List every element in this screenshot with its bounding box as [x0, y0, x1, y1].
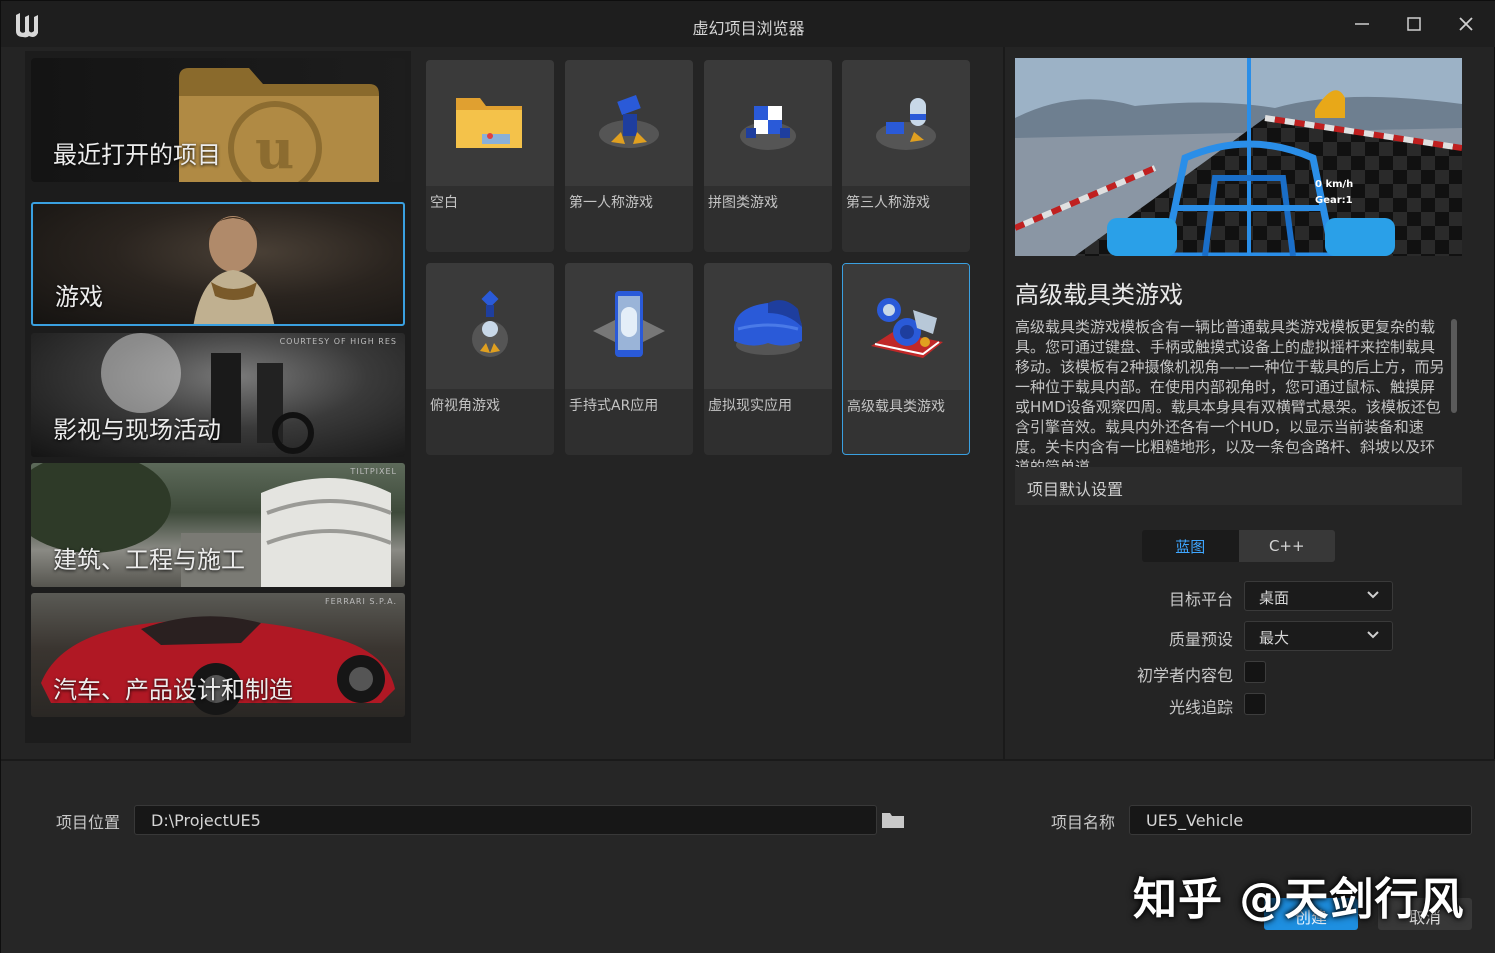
category-automotive[interactable]: FERRARI S.P.A. 汽车、产品设计和制造 — [31, 593, 405, 717]
starter-content-checkbox[interactable] — [1244, 661, 1266, 683]
vehicle-preview-scene — [1015, 58, 1462, 256]
category-label: 影视与现场活动 — [53, 416, 221, 444]
top-down-template-icon — [472, 290, 508, 357]
minimize-icon[interactable] — [1351, 13, 1373, 35]
template-top-down[interactable]: 俯视角游戏 — [426, 263, 554, 455]
quality-preset-label: 质量预设 — [1168, 630, 1233, 649]
category-film-live-events[interactable]: COURTESY OF HIGH RES 影视与现场活动 — [31, 333, 405, 457]
template-thumbnail — [565, 60, 693, 186]
category-architecture[interactable]: TILTPIXEL 建筑、工程与施工 — [31, 463, 405, 587]
template-label: 第三人称游戏 — [846, 195, 930, 211]
raytracing-label: 光线追踪 — [1168, 698, 1233, 717]
project-browser-window: 虚幻项目浏览器 u 最近打开的项目 游戏 COURTESY OF HIGH RE… — [0, 0, 1495, 953]
speed-readout: 0 km/h — [1315, 179, 1354, 190]
target-platform-label: 目标平台 — [1168, 590, 1233, 609]
category-label: 建筑、工程与施工 — [53, 546, 245, 574]
template-thumbnail — [704, 263, 832, 389]
maximize-icon[interactable] — [1403, 13, 1425, 35]
template-label: 高级载具类游戏 — [847, 399, 945, 415]
raytracing-checkbox[interactable] — [1244, 693, 1266, 715]
blank-template-icon — [456, 98, 522, 148]
svg-text:u: u — [255, 117, 294, 181]
template-thumbnail — [426, 60, 554, 186]
target-platform-value: 桌面 — [1259, 589, 1290, 607]
puzzle-template-icon — [740, 106, 796, 150]
template-handheld-ar[interactable]: 手持式AR应用 — [565, 263, 693, 455]
chevron-down-icon — [1367, 591, 1379, 599]
first-person-template-icon — [599, 95, 659, 148]
language-toggle: 蓝图 C++ — [1142, 530, 1335, 562]
template-title: 高级载具类游戏 — [1015, 281, 1183, 309]
template-label: 空白 — [430, 195, 458, 211]
window-title: 虚幻项目浏览器 — [692, 19, 805, 38]
recent-projects-button[interactable]: u 最近打开的项目 — [31, 58, 405, 182]
template-virtual-reality[interactable]: 虚拟现实应用 — [704, 263, 832, 455]
template-thumbnail — [426, 263, 554, 389]
category-games[interactable]: 游戏 — [31, 202, 405, 326]
image-credit: FERRARI S.P.A. — [325, 597, 397, 606]
browse-folder-icon[interactable] — [881, 810, 905, 830]
template-label: 虚拟现实应用 — [708, 398, 792, 414]
quality-preset-dropdown[interactable]: 最大 — [1244, 621, 1393, 651]
project-defaults-header: 项目默认设置 — [1015, 467, 1462, 505]
description-scrollbar[interactable] — [1451, 319, 1457, 413]
template-thumbnail — [565, 263, 693, 389]
vr-template-icon — [734, 300, 802, 355]
template-puzzle[interactable]: 拼图类游戏 — [704, 60, 832, 252]
image-credit: COURTESY OF HIGH RES — [279, 337, 397, 346]
template-label: 拼图类游戏 — [708, 195, 778, 211]
recent-projects-label: 最近打开的项目 — [53, 141, 221, 169]
template-blank[interactable]: 空白 — [426, 60, 554, 252]
gear-readout: Gear:1 — [1315, 195, 1353, 206]
panel-divider — [1003, 47, 1005, 759]
category-label: 游戏 — [55, 283, 103, 311]
project-location-label: 项目位置 — [56, 813, 121, 832]
chevron-down-icon — [1367, 631, 1379, 639]
target-platform-dropdown[interactable]: 桌面 — [1244, 581, 1393, 611]
project-name-input[interactable]: UE5_Vehicle — [1129, 805, 1472, 835]
template-description: 高级载具类游戏模板含有一辆比普通载具类游戏模板更复杂的载具。您可通过键盘、手柄或… — [1015, 318, 1445, 467]
image-credit: TILTPIXEL — [350, 467, 397, 476]
template-vehicle-advanced[interactable]: 高级载具类游戏 — [842, 263, 970, 455]
handheld-ar-template-icon — [593, 291, 665, 357]
vehicle-advanced-template-icon — [871, 298, 943, 358]
blueprint-tab[interactable]: 蓝图 — [1142, 530, 1239, 562]
template-thumbnail — [842, 60, 970, 186]
project-name-label: 项目名称 — [1051, 813, 1116, 832]
starter-content-label: 初学者内容包 — [1136, 666, 1233, 685]
template-label: 手持式AR应用 — [569, 398, 659, 414]
template-thumbnail — [843, 264, 969, 390]
template-thumbnail — [704, 60, 832, 186]
third-person-template-icon — [876, 98, 936, 150]
template-label: 俯视角游戏 — [430, 398, 500, 414]
category-label: 汽车、产品设计和制造 — [53, 676, 293, 704]
title-bar: 虚幻项目浏览器 — [1, 1, 1495, 47]
close-icon[interactable] — [1455, 13, 1477, 35]
template-third-person[interactable]: 第三人称游戏 — [842, 60, 970, 252]
quality-preset-value: 最大 — [1259, 629, 1290, 647]
project-location-input[interactable]: D:\ProjectUE5 — [134, 805, 877, 835]
watermark: 知乎 @天剑行风 — [1133, 874, 1465, 925]
cpp-tab[interactable]: C++ — [1238, 530, 1335, 562]
template-preview-image: 0 km/h Gear:1 — [1015, 58, 1462, 256]
template-label: 第一人称游戏 — [569, 195, 653, 211]
template-first-person[interactable]: 第一人称游戏 — [565, 60, 693, 252]
